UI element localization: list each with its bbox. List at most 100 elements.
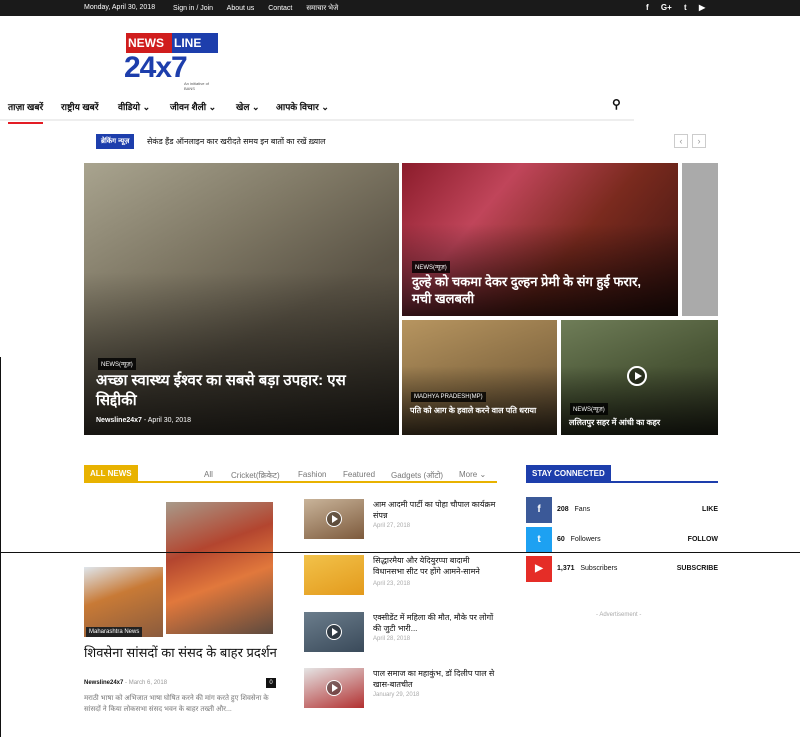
youtube-row[interactable]: ▶ 1,371 Subscribers SUBSCRIBE xyxy=(526,556,718,582)
twitter-icon[interactable]: t xyxy=(684,3,687,12)
site-logo[interactable]: NEWS LINE 24x7 An initiative of BANS xyxy=(124,33,220,91)
tab-cricket[interactable]: Cricket(क्रिकेट) xyxy=(231,470,280,481)
nav-latest-news[interactable]: ताज़ा खबरें xyxy=(8,100,44,124)
nav-your-views[interactable]: आपके विचार ⌄ xyxy=(276,100,329,113)
story-date: March 6, 2018 xyxy=(128,680,168,686)
list-date: April 23, 2018 xyxy=(373,581,411,587)
nav-video[interactable]: वीडियो ⌄ xyxy=(118,100,150,113)
nav-sports[interactable]: खेल ⌄ xyxy=(236,100,260,113)
divider-line xyxy=(0,552,800,553)
send-news-link[interactable]: समाचार भेजे xyxy=(306,5,338,12)
top-social: f G+ t ▶ xyxy=(646,3,715,12)
featured-tile-lalitpur[interactable]: NEWS(न्यूज़) ललितपुर सहर में आंधी का कहर xyxy=(561,320,718,435)
stay-connected-header: STAY CONNECTED xyxy=(526,465,718,483)
chevron-down-icon: ⌄ xyxy=(142,102,151,112)
logo-24x7: 24x7 xyxy=(124,51,188,84)
facebook-icon[interactable]: f xyxy=(526,497,552,523)
search-icon[interactable]: ⚲ xyxy=(612,97,621,111)
tab-featured[interactable]: Featured xyxy=(343,470,375,479)
tile-title[interactable]: अच्छा स्वास्थ्य ईश्वर का सबसे बड़ा उपहार… xyxy=(96,371,386,411)
list-thumb[interactable] xyxy=(304,612,364,652)
list-date: April 28, 2018 xyxy=(373,636,411,642)
about-link[interactable]: About us xyxy=(227,5,255,12)
list-item[interactable]: सिद्धारमैया और येदियुरप्पा बादामी विधानस… xyxy=(304,555,497,597)
list-item[interactable]: आम आदमी पार्टी का पोहा चौपाल कार्यक्रम स… xyxy=(304,499,497,541)
tab-fashion[interactable]: Fashion xyxy=(298,470,326,479)
list-title[interactable]: आम आदमी पार्टी का पोहा चौपाल कार्यक्रम स… xyxy=(373,499,497,521)
tile-category[interactable]: NEWS(न्यूज़) xyxy=(412,261,450,273)
breaking-headline[interactable]: सेकंड हैंड ऑनलाइन कार खरीदते समय इन बातो… xyxy=(147,136,326,147)
list-title[interactable]: सिद्धारमैया और येदियुरप्पा बादामी विधानस… xyxy=(373,555,497,577)
tile-category[interactable]: NEWS(न्यूज़) xyxy=(98,358,136,370)
tile-date: April 30, 2018 xyxy=(147,417,191,424)
list-item[interactable]: पाल समाज का महाकुंभ, डॉ दिलीप पाल से खास… xyxy=(304,668,497,710)
list-thumb[interactable] xyxy=(304,555,364,595)
google-plus-icon[interactable]: G+ xyxy=(661,3,672,12)
youtube-icon[interactable]: ▶ xyxy=(699,3,705,12)
twitter-count: 60 Followers xyxy=(557,536,601,543)
featured-tile-wedding[interactable]: NEWS(न्यूज़) दुल्हे को चकमा देकर दुल्हन … xyxy=(402,163,678,316)
facebook-icon[interactable]: f xyxy=(646,3,649,12)
contact-link[interactable]: Contact xyxy=(268,5,292,12)
logo-tagline: An initiative of BANS xyxy=(184,81,209,91)
featured-tile-mp[interactable]: MADHYA PRADESH(MP) पति को आग के हवाले कर… xyxy=(402,320,557,435)
chevron-down-icon: ⌄ xyxy=(321,102,329,112)
facebook-row[interactable]: f 208 Fans LIKE xyxy=(526,497,718,523)
chevron-down-icon: ⌄ xyxy=(208,102,217,112)
youtube-icon[interactable]: ▶ xyxy=(526,556,552,582)
play-icon[interactable] xyxy=(627,366,647,386)
tile-author[interactable]: Newsline24x7 xyxy=(96,417,142,424)
list-thumb[interactable] xyxy=(304,499,364,539)
breaking-badge: ब्रेकिंग न्यूज़ xyxy=(96,134,135,149)
like-button[interactable]: LIKE xyxy=(702,506,718,513)
list-item[interactable]: एक्सीडेंट में महिला की मौत, मौके पर लोगो… xyxy=(304,612,497,654)
story-category[interactable]: Maharashtra News xyxy=(86,627,143,637)
advertisement-label: - Advertisement - xyxy=(596,612,642,618)
tile-category[interactable]: MADHYA PRADESH(MP) xyxy=(411,392,486,402)
story-meta: Newsline24x7 - March 6, 2018 xyxy=(84,680,168,686)
youtube-count-unit: Subscribers xyxy=(580,565,618,572)
list-title[interactable]: पाल समाज का महाकुंभ, डॉ दिलीप पाल से खास… xyxy=(373,668,497,690)
tile-title[interactable]: दुल्हे को चकमा देकर दुल्हन प्रेमी के संग… xyxy=(412,273,662,307)
tab-more[interactable]: More ⌄ xyxy=(459,470,486,479)
twitter-icon[interactable]: t xyxy=(526,527,552,553)
list-title[interactable]: एक्सीडेंट में महिला की मौत, मौके पर लोगो… xyxy=(373,612,497,634)
comment-count[interactable]: 0 xyxy=(266,678,276,688)
top-links: Sign in / Join About us Contact समाचार भ… xyxy=(173,4,350,13)
tile-meta: Newsline24x7 - April 30, 2018 xyxy=(96,417,191,424)
tab-gadgets[interactable]: Gadgets (ऑटो) xyxy=(391,470,443,481)
twitter-count-number: 60 xyxy=(557,536,565,543)
story-image-parliament[interactable] xyxy=(163,499,276,637)
logo-line: LINE xyxy=(172,33,218,53)
chevron-left-icon[interactable]: ‹ xyxy=(674,134,688,148)
top-bar: Monday, April 30, 2018 Sign in / Join Ab… xyxy=(0,0,800,16)
nav-lifestyle[interactable]: जीवन शैली ⌄ xyxy=(170,100,216,113)
tile-title[interactable]: ललितपुर सहर में आंधी का कहर xyxy=(569,417,714,428)
nav-lifestyle-label: जीवन शैली xyxy=(170,102,207,112)
list-thumb[interactable] xyxy=(304,668,364,708)
featured-tile-edge[interactable] xyxy=(682,163,718,316)
tile-category[interactable]: NEWS(न्यूज़) xyxy=(570,403,608,415)
chevron-down-icon: ⌄ xyxy=(251,102,260,112)
facebook-count-number: 208 xyxy=(557,506,569,513)
play-icon[interactable] xyxy=(326,680,342,696)
follow-button[interactable]: FOLLOW xyxy=(688,536,718,543)
twitter-row[interactable]: t 60 Followers FOLLOW xyxy=(526,527,718,553)
facebook-count: 208 Fans xyxy=(557,506,590,513)
featured-tile-main[interactable]: NEWS(न्यूज़) अच्छा स्वास्थ्य ईश्वर का सब… xyxy=(84,163,399,435)
stay-connected-label: STAY CONNECTED xyxy=(526,465,611,482)
chevron-down-icon: ⌄ xyxy=(479,470,487,479)
story-title[interactable]: शिवसेना सांसदों का संसद के बाहर प्रदर्शन xyxy=(84,645,279,660)
nav-video-label: वीडियो xyxy=(118,102,141,112)
subscribe-button[interactable]: SUBSCRIBE xyxy=(677,565,718,572)
youtube-count: 1,371 Subscribers xyxy=(557,565,617,572)
tab-all[interactable]: All xyxy=(204,470,213,479)
story-author[interactable]: Newsline24x7 xyxy=(84,680,123,686)
sign-in-link[interactable]: Sign in / Join xyxy=(173,5,213,12)
logo-news: NEWS xyxy=(126,33,172,53)
nav-national-news[interactable]: राष्ट्रीय खबरें xyxy=(61,100,99,113)
tile-title[interactable]: पति को आग के हवाले करने वाल पति धराया xyxy=(410,405,552,416)
play-icon[interactable] xyxy=(326,624,342,640)
play-icon[interactable] xyxy=(326,511,342,527)
chevron-right-icon[interactable]: › xyxy=(692,134,706,148)
